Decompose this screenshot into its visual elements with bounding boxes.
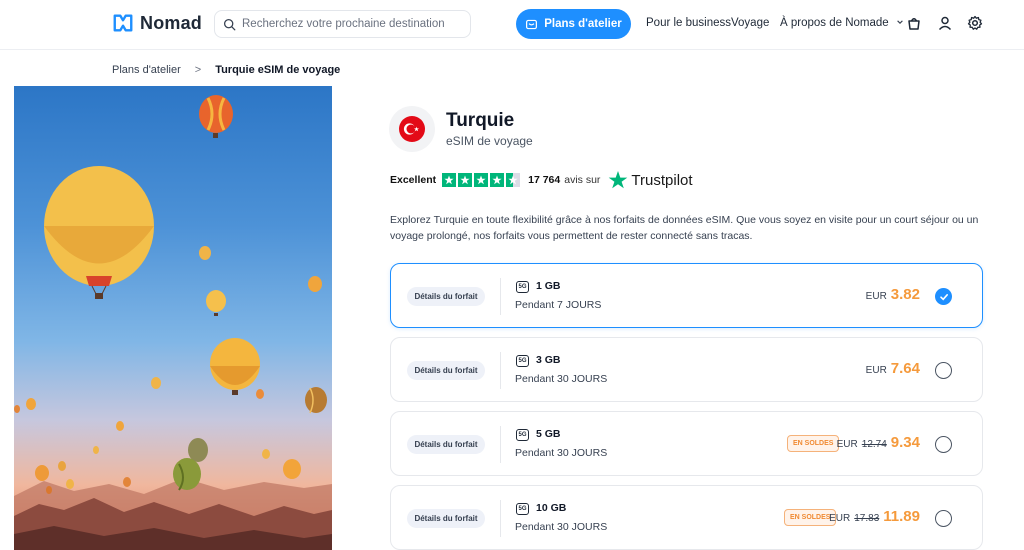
star-rating xyxy=(442,173,521,187)
plan-radio-selected[interactable] xyxy=(935,288,952,305)
divider xyxy=(500,426,501,463)
brand-name: Nomad xyxy=(140,12,203,33)
sale-badge: EN SOLDES xyxy=(787,435,840,452)
balloons-landscape-image xyxy=(14,95,332,550)
5g-icon: 5G xyxy=(516,503,529,515)
country-title: Turquie xyxy=(446,110,515,131)
rating-label: Excellent xyxy=(390,174,437,186)
price-old: 12.74 xyxy=(861,439,887,450)
chevron-down-icon xyxy=(897,20,903,24)
plan-validity: Pendant 7 JOURS xyxy=(515,299,602,311)
star-icon xyxy=(442,173,457,187)
plan-radio[interactable] xyxy=(935,436,952,453)
star-icon xyxy=(490,173,505,187)
plan-card-3gb[interactable]: Détails du forfait 5G 3 GB Pendant 30 JO… xyxy=(390,337,983,402)
review-count: 17 764 xyxy=(528,174,561,186)
search-icon xyxy=(223,18,236,30)
nomad-logo-icon xyxy=(113,14,133,32)
brand-logo[interactable]: Nomad xyxy=(112,12,202,34)
5g-icon: 5G xyxy=(516,429,529,441)
plan-details-button[interactable]: Détails du forfait xyxy=(407,361,485,380)
plan-price: EUR 7.64 xyxy=(866,360,920,377)
plan-radio[interactable] xyxy=(935,362,952,379)
top-header: Nomad Plans d'atelier Pour le business V… xyxy=(0,0,1024,50)
nav-about-label: À propos de Nomade xyxy=(780,17,889,29)
search-bar[interactable] xyxy=(214,10,471,38)
plan-card-10gb[interactable]: Détails du forfait 5G 10 GB Pendant 30 J… xyxy=(390,485,983,550)
turkey-flag-icon xyxy=(399,116,425,142)
review-suffix: avis sur xyxy=(564,174,601,186)
hero-image xyxy=(14,86,332,550)
plan-price: EUR 17.83 11.89 xyxy=(829,508,920,525)
price-value: 7.64 xyxy=(890,360,920,377)
breadcrumb: Plans d'atelier > Turquie eSIM de voyage xyxy=(112,64,340,76)
product-subtitle: eSIM de voyage xyxy=(446,134,533,148)
plan-details-button[interactable]: Détails du forfait xyxy=(407,435,485,454)
price-currency: EUR xyxy=(829,513,851,524)
plan-data-amount: 5 GB xyxy=(536,428,561,440)
half-star-icon xyxy=(506,173,521,187)
price-currency: EUR xyxy=(865,365,887,376)
star-icon xyxy=(474,173,489,187)
divider xyxy=(500,278,501,315)
nav-business[interactable]: Pour le business xyxy=(646,17,731,29)
check-icon xyxy=(939,293,948,300)
product-description: Explorez Turquie en toute flexibilité gr… xyxy=(390,214,979,242)
plan-price: EUR 3.82 xyxy=(866,286,920,303)
nav-about[interactable]: À propos de Nomade xyxy=(780,17,904,29)
trustpilot-star-icon xyxy=(609,171,628,189)
plan-details-button[interactable]: Détails du forfait xyxy=(407,509,485,528)
divider xyxy=(500,500,501,537)
workshop-plans-label: Plans d'atelier xyxy=(544,18,622,30)
plan-details-button[interactable]: Détails du forfait xyxy=(407,287,485,306)
price-value: 9.34 xyxy=(890,434,920,451)
star-icon xyxy=(458,173,473,187)
5g-icon: 5G xyxy=(516,355,529,367)
plan-data-amount: 10 GB xyxy=(536,502,567,514)
price-value: 3.82 xyxy=(890,286,920,303)
price-currency: EUR xyxy=(865,291,887,302)
price-value: 11.89 xyxy=(883,508,920,525)
trustpilot-name: Trustpilot xyxy=(631,171,693,189)
plan-card-5gb[interactable]: Détails du forfait 5G 5 GB Pendant 30 JO… xyxy=(390,411,983,476)
price-currency: EUR xyxy=(836,439,858,450)
basket-icon[interactable] xyxy=(906,15,922,31)
trustpilot-rating[interactable]: Excellent 17 764 avis sur Trustpilot xyxy=(390,170,693,190)
nav-travel[interactable]: Voyage xyxy=(731,17,769,29)
breadcrumb-separator: > xyxy=(194,64,202,76)
user-icon[interactable] xyxy=(937,15,953,31)
plan-radio[interactable] xyxy=(935,510,952,527)
trustpilot-logo: Trustpilot xyxy=(608,170,693,190)
plan-data-amount: 3 GB xyxy=(536,354,561,366)
plan-price: EUR 12.74 9.34 xyxy=(837,434,920,451)
workshop-plans-button[interactable]: Plans d'atelier xyxy=(516,9,631,39)
5g-icon: 5G xyxy=(516,281,529,293)
plan-validity: Pendant 30 JOURS xyxy=(515,521,608,533)
breadcrumb-link-plans[interactable]: Plans d'atelier xyxy=(112,64,181,76)
plan-validity: Pendant 30 JOURS xyxy=(515,447,608,459)
breadcrumb-current: Turquie eSIM de voyage xyxy=(215,64,341,76)
search-input[interactable] xyxy=(242,18,462,30)
plan-card-1gb[interactable]: Détails du forfait 5G 1 GB Pendant 7 JOU… xyxy=(390,263,983,328)
plan-data-amount: 1 GB xyxy=(536,280,561,292)
price-old: 17.83 xyxy=(854,513,880,524)
plan-validity: Pendant 30 JOURS xyxy=(515,373,608,385)
divider xyxy=(500,352,501,389)
country-flag xyxy=(389,106,435,152)
store-icon xyxy=(526,19,538,29)
gear-icon[interactable] xyxy=(967,15,983,31)
